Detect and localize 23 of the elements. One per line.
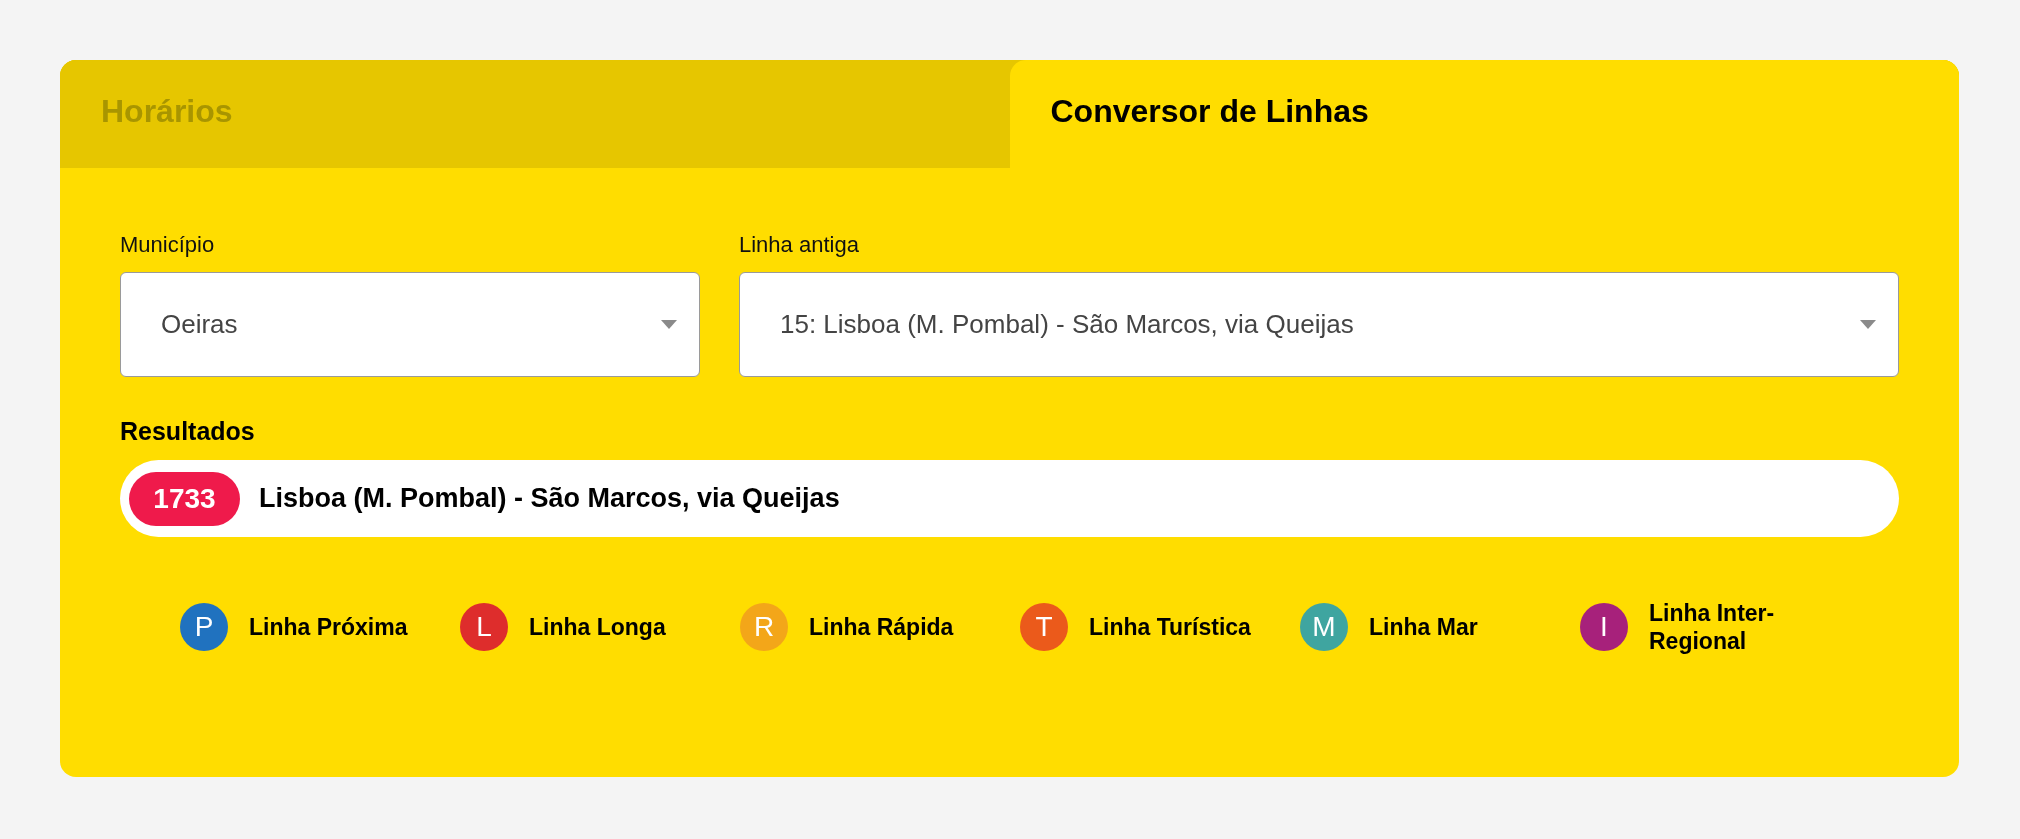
line-type-badge: R	[740, 603, 788, 651]
result-row[interactable]: 1733 Lisboa (M. Pombal) - São Marcos, via Queijas	[120, 460, 1899, 537]
field-label: Linha antiga	[739, 233, 860, 257]
line-number-badge: 1733	[129, 471, 240, 526]
dropdown[interactable]: Oeiras	[120, 272, 700, 377]
legend-label: Linha Rápida	[809, 613, 954, 641]
line-type-badge: M	[1300, 603, 1348, 651]
line-type-badge: P	[180, 603, 228, 651]
legend-label: Linha Mar	[1369, 613, 1478, 641]
legend-label: Linha Turística	[1089, 613, 1251, 641]
line-type-badge: I	[1580, 603, 1628, 651]
legend-label: Linha Longa	[529, 613, 666, 641]
dropdown[interactable]: 15: Lisboa (M. Pombal) - São Marcos, via Queijas	[739, 272, 1899, 377]
caret-icon	[1860, 320, 1876, 329]
line-type-badge: L	[460, 603, 508, 651]
tab[interactable]: Conversor de Linhas	[1009, 60, 1959, 168]
legend-label: Linha Inter-Regional	[1649, 599, 1776, 655]
line-type-badge: T	[1020, 603, 1068, 651]
route-name: Lisboa (M. Pombal) - São Marcos, via Queijas	[259, 483, 840, 514]
field-label: Município	[120, 233, 216, 257]
results-heading: Resultados	[120, 417, 256, 445]
legend-label: Linha Próxima	[249, 613, 408, 641]
caret-icon	[661, 320, 677, 329]
